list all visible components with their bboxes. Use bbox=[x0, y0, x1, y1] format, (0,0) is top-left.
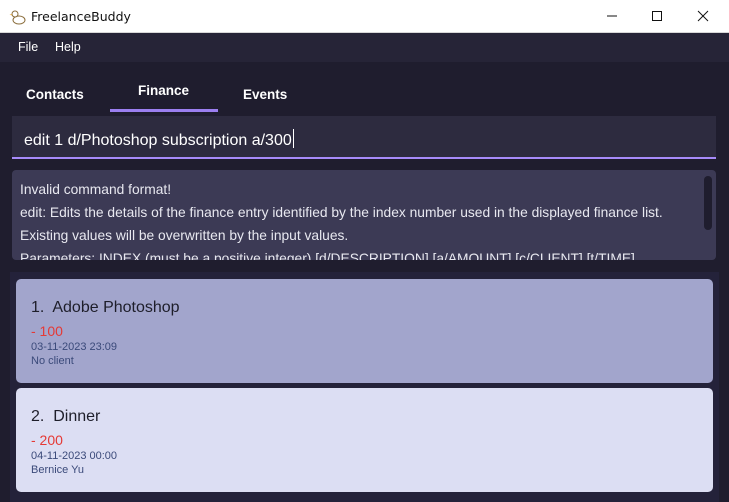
window-title: FreelanceBuddy bbox=[31, 9, 131, 24]
result-display[interactable]: Invalid command format! edit: Edits the … bbox=[12, 170, 716, 260]
close-icon bbox=[697, 7, 709, 26]
result-text: Invalid command format! edit: Edits the … bbox=[20, 178, 688, 260]
maximize-button[interactable] bbox=[634, 0, 680, 33]
menu-bar: File Help bbox=[0, 33, 729, 62]
minimize-icon bbox=[606, 7, 618, 26]
finance-card[interactable]: 1. Adobe Photoshop - 100 03-11-2023 23:0… bbox=[16, 279, 713, 383]
duck-icon bbox=[9, 8, 27, 26]
finance-time: 04-11-2023 00:00 bbox=[31, 450, 118, 462]
tab-events[interactable]: Events bbox=[243, 87, 287, 102]
active-tab-indicator bbox=[110, 109, 218, 112]
title-bar: FreelanceBuddy bbox=[0, 0, 729, 33]
result-line: Parameters: INDEX (must be a positive in… bbox=[20, 251, 635, 260]
finance-amount: - 100 bbox=[31, 323, 63, 339]
finance-amount: - 200 bbox=[31, 432, 63, 448]
finance-time: 03-11-2023 23:09 bbox=[31, 341, 118, 353]
close-button[interactable] bbox=[680, 0, 726, 33]
finance-card[interactable]: 2. Dinner - 200 04-11-2023 00:00 Bernice… bbox=[16, 388, 713, 492]
command-input[interactable]: edit 1 d/Photoshop subscription a/300 bbox=[12, 116, 716, 159]
command-value: edit 1 d/Photoshop subscription a/300 bbox=[24, 132, 292, 149]
minimize-button[interactable] bbox=[589, 0, 635, 33]
result-scrollbar[interactable] bbox=[704, 176, 712, 230]
finance-title: 2. Dinner bbox=[31, 408, 101, 425]
tab-contacts[interactable]: Contacts bbox=[26, 87, 84, 102]
menu-file[interactable]: File bbox=[18, 40, 38, 54]
finance-title: 1. Adobe Photoshop bbox=[31, 299, 180, 316]
command-text: edit 1 d/Photoshop subscription a/300 bbox=[24, 129, 294, 150]
finance-client: Bernice Yu bbox=[31, 464, 85, 476]
result-line: Invalid command format! bbox=[20, 182, 172, 197]
maximize-icon bbox=[651, 7, 663, 26]
finance-list: 1. Adobe Photoshop - 100 03-11-2023 23:0… bbox=[10, 272, 719, 502]
result-line: edit: Edits the details of the finance e… bbox=[20, 205, 663, 243]
tab-bar: Contacts Finance Events bbox=[0, 62, 729, 113]
tab-finance[interactable]: Finance bbox=[138, 83, 189, 98]
text-caret bbox=[292, 129, 294, 148]
menu-help[interactable]: Help bbox=[55, 40, 81, 54]
finance-client: No client bbox=[31, 355, 74, 367]
